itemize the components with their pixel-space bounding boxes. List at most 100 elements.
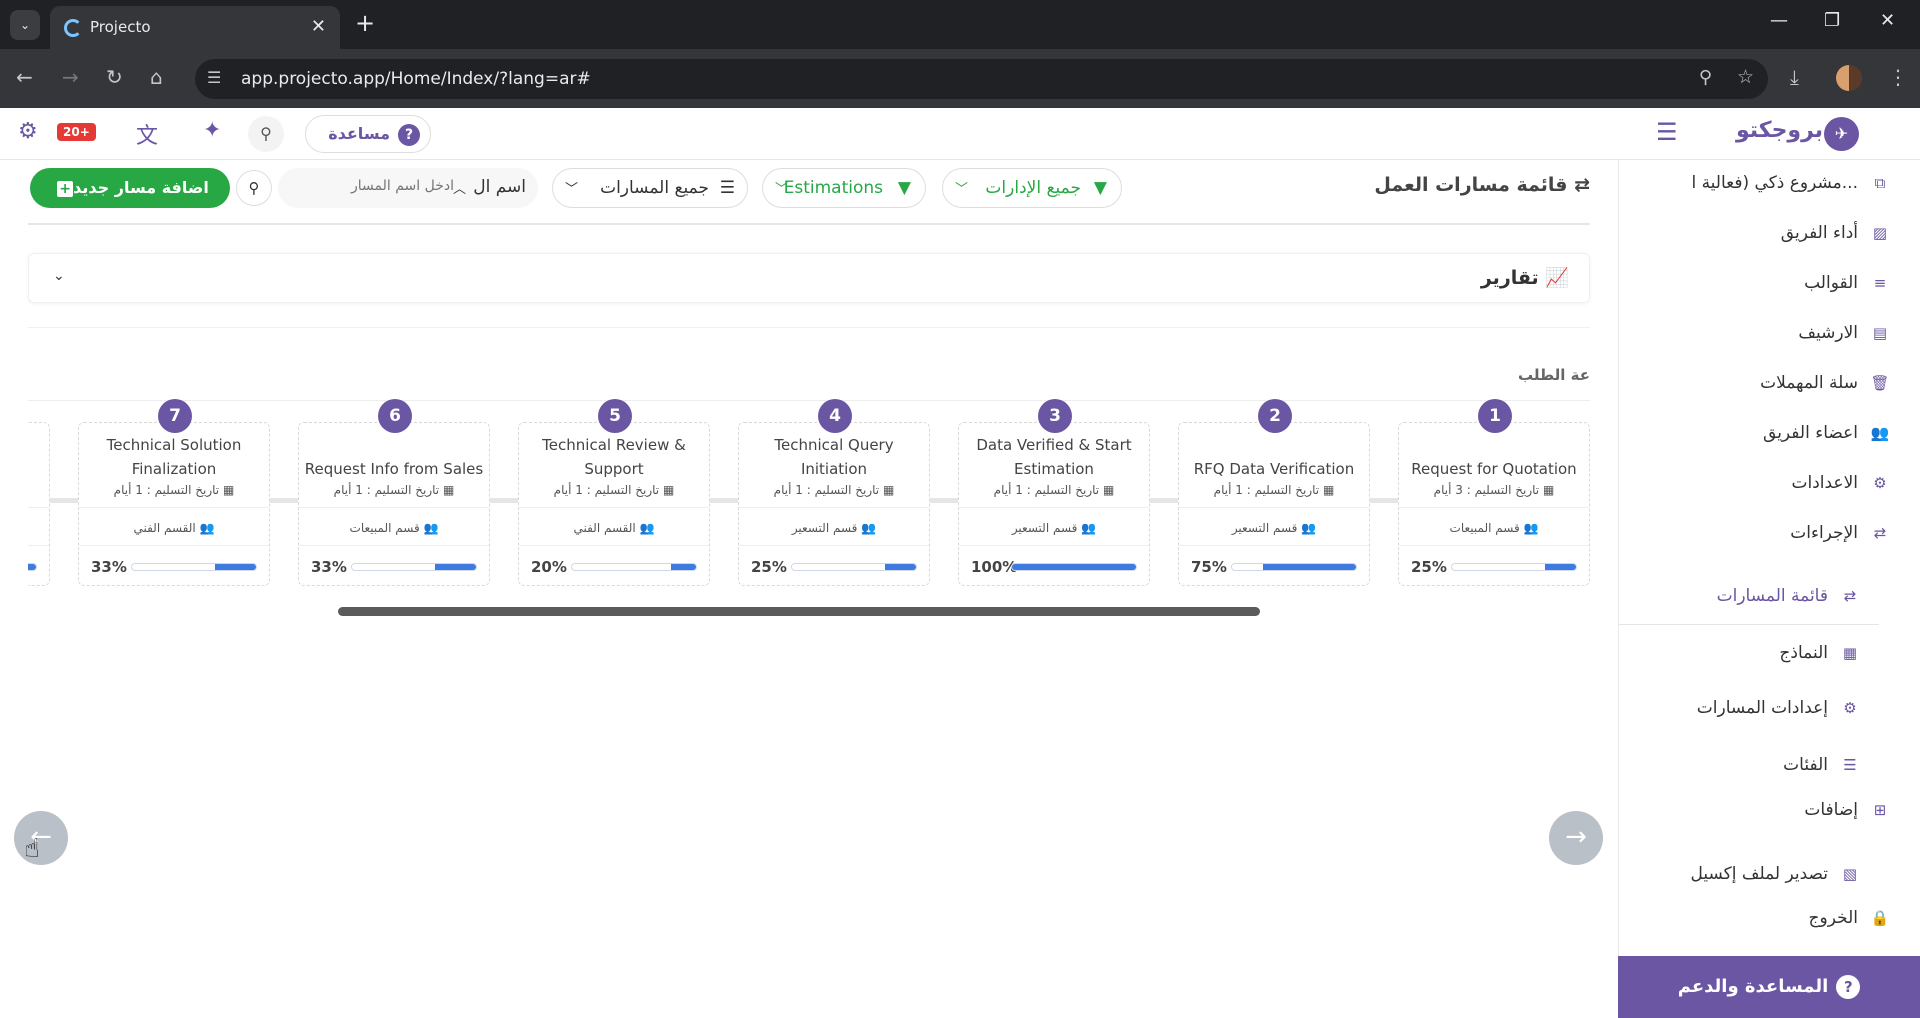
address-bar-row: ← → ↻ ⌂ ☰ app.projecto.app/Home/Index/?l… xyxy=(0,49,1920,108)
stage-progress-bar xyxy=(1011,563,1137,571)
notifications-badge[interactable]: 20+ xyxy=(57,123,96,141)
card-divider xyxy=(519,545,709,546)
site-info-icon[interactable]: ☰ xyxy=(207,68,221,87)
sidebar-item-templates[interactable]: ≡ القوالب xyxy=(1804,268,1890,298)
download-icon[interactable]: ⤓ xyxy=(1790,65,1799,89)
header-search-icon[interactable]: ⚲ xyxy=(248,116,284,152)
sidebar-divider xyxy=(1619,624,1879,625)
forward-icon[interactable]: → xyxy=(62,65,79,89)
stage-name: Technical Solution Finalization xyxy=(106,436,242,478)
sidebar-item-team-members[interactable]: 👥 اعضاء الفريق xyxy=(1763,418,1890,448)
horizontal-scrollbar[interactable] xyxy=(338,607,1260,616)
zoom-icon[interactable]: ⚲ xyxy=(1699,67,1712,88)
sidebar-item-forms[interactable]: ▦ النماذج xyxy=(1779,638,1860,668)
card-divider xyxy=(1179,545,1369,546)
stage-card[interactable]: 8Upload & ▦قسم 👥33% xyxy=(28,422,50,586)
double-chevron-down-icon[interactable]: ⌄ xyxy=(53,268,65,284)
stage-card[interactable]: 4 Technical Query Initiation تاريخ التسليم… xyxy=(738,399,930,586)
hamburger-menu-icon[interactable]: ☰ xyxy=(1656,118,1678,146)
stage-card[interactable]: 1 Request for Quotation تاريخ التسليم : 3 … xyxy=(1398,399,1590,586)
all-paths-dropdown[interactable]: ﹀ جميع المسارات ☰ xyxy=(552,168,748,208)
minimize-icon[interactable]: — xyxy=(1770,10,1788,31)
calendar-icon: ▦ xyxy=(1102,483,1115,497)
ai-sparkle-icon[interactable]: ✦ xyxy=(203,118,221,143)
settings-gear-icon[interactable]: ⚙ xyxy=(18,119,38,144)
stage-name: Data Verified & Start Estimation xyxy=(976,436,1132,478)
stage-progress-text: 33% xyxy=(311,558,347,576)
actions-icon: ⇄ xyxy=(1873,524,1887,542)
path-search-button[interactable]: ⚲ xyxy=(236,170,272,206)
estimations-filter[interactable]: ﹀ Estimations ▼ xyxy=(762,168,926,208)
sidebar-item-archive[interactable]: ▤ الارشيف xyxy=(1798,318,1890,348)
stage-name: Technical Query Initiation xyxy=(774,436,894,478)
add-path-button[interactable]: + اضافة مسار جديد xyxy=(30,168,230,208)
stage-due: تاريخ التسليم : 1 أيام ▦ xyxy=(993,483,1115,497)
sidebar-item-categories[interactable]: ☰ الفئات xyxy=(1783,750,1860,780)
stage-number: 6 xyxy=(378,399,412,433)
restore-icon[interactable]: ❐ xyxy=(1824,10,1840,31)
sidebar-item-trash[interactable]: 🗑 سلة المهملات xyxy=(1760,368,1890,398)
bookmark-star-icon[interactable]: ☆ xyxy=(1737,66,1754,88)
stage-department: قسم التسعير 👥 xyxy=(1231,521,1317,535)
sidebar-item-team-performance[interactable]: ▨ أداء الفريق xyxy=(1781,218,1890,248)
card-divider xyxy=(299,507,489,508)
stage-card[interactable]: 5 Technical Review & Support تاريخ التسليم… xyxy=(518,399,710,586)
brand-name: بروجكتو xyxy=(1736,118,1824,143)
users-icon: 👥 xyxy=(423,521,439,535)
sidebar-item-export-excel[interactable]: ▧ تصدير لملف إكسيل xyxy=(1690,859,1860,889)
browser-menu-icon[interactable]: ⋮ xyxy=(1888,65,1908,89)
sidebar-item-project[interactable]: ⧉ مشروع ذكي (فعالية ا... xyxy=(1691,168,1890,198)
sidebar-item-procedures[interactable]: ⇄ الإجراءات xyxy=(1790,518,1890,548)
browser-tab[interactable]: Projecto ✕ xyxy=(50,6,340,49)
card-divider xyxy=(28,507,49,508)
stage-progress-fill xyxy=(1263,564,1356,570)
scroll-left-button[interactable]: ← xyxy=(14,811,68,865)
layers-icon: ≡ xyxy=(1873,274,1887,292)
chevron-down-icon: ﹀ xyxy=(565,182,579,197)
flow-header: عة الطلب xyxy=(1518,366,1590,384)
stage-progress-fill xyxy=(1545,564,1576,570)
sidebar-item-path-settings[interactable]: ⚙ إعدادات المسارات xyxy=(1697,693,1860,723)
all-departments-filter[interactable]: ﹀ جميع الإدارات ▼ xyxy=(942,168,1122,208)
sidebar-item-paths-list[interactable]: ⇄ قائمة المسارات xyxy=(1717,581,1860,611)
translate-icon[interactable]: 文 xyxy=(136,118,158,150)
chevron-up-icon[interactable]: ︿ xyxy=(453,178,466,197)
stage-progress-text: 25% xyxy=(751,558,787,576)
stage-card[interactable]: 7 Technical Solution Finalization تاريخ ال… xyxy=(78,399,270,586)
path-name-input[interactable] xyxy=(294,178,454,194)
question-icon: ? xyxy=(1836,975,1861,999)
help-support-button[interactable]: المساعدة والدعم? xyxy=(1618,956,1920,1018)
stage-card[interactable]: 3 Data Verified & Start Estimation تاريخ ا… xyxy=(958,399,1150,586)
home-icon[interactable]: ⌂ xyxy=(150,65,163,89)
close-window-icon[interactable]: ✕ xyxy=(1880,10,1895,31)
sidebar-item-logout[interactable]: 🔒 الخروج xyxy=(1809,903,1890,933)
stage-card[interactable]: 2 RFQ Data Verification تاريخ التسليم : 1 … xyxy=(1178,399,1370,586)
path-settings-icon: ⚙ xyxy=(1843,699,1857,717)
stage-name: Request Info from Sales xyxy=(304,460,484,478)
back-icon[interactable]: ← xyxy=(16,65,33,89)
stage-name: Request for Quotation xyxy=(1411,460,1577,478)
close-tab-icon[interactable]: ✕ xyxy=(311,16,326,37)
new-tab-icon[interactable]: + xyxy=(355,9,375,37)
workflow-stages-panel: عة الطلب 1 Request for Quotation تاريخ الت… xyxy=(28,327,1590,607)
stage-progress-fill xyxy=(435,564,476,570)
omnibox[interactable]: ☰ app.projecto.app/Home/Index/?lang=ar# … xyxy=(195,59,1768,99)
stage-card[interactable]: 6 Request Info from Sales تاريخ التسليم : … xyxy=(298,399,490,586)
card-divider xyxy=(79,545,269,546)
profile-avatar[interactable] xyxy=(1836,65,1862,91)
puzzle-icon: ⧉ xyxy=(1874,174,1886,192)
sidebar-item-addons[interactable]: ⊞ إضافات xyxy=(1804,795,1890,825)
reports-panel[interactable]: ⌄ تقارير 📈 xyxy=(28,253,1590,303)
question-icon: ? xyxy=(398,124,420,146)
browser-tab-bar: ⌄ Projecto ✕ + — ❐ ✕ xyxy=(0,0,1920,49)
sidebar-item-settings[interactable]: ⚙ الاعدادات xyxy=(1791,468,1890,498)
help-button[interactable]: ? مساعدة xyxy=(305,115,431,153)
reload-icon[interactable]: ↻ xyxy=(106,65,123,89)
tab-search-dropdown[interactable]: ⌄ xyxy=(10,10,40,40)
toolbar-divider xyxy=(28,223,1590,225)
database-icon: ☰ xyxy=(1843,756,1857,774)
stage-progress-text: 25% xyxy=(1411,558,1447,576)
card-divider xyxy=(959,507,1149,508)
stage-progress-bar xyxy=(351,563,477,571)
scroll-right-button[interactable]: → xyxy=(1549,811,1603,865)
